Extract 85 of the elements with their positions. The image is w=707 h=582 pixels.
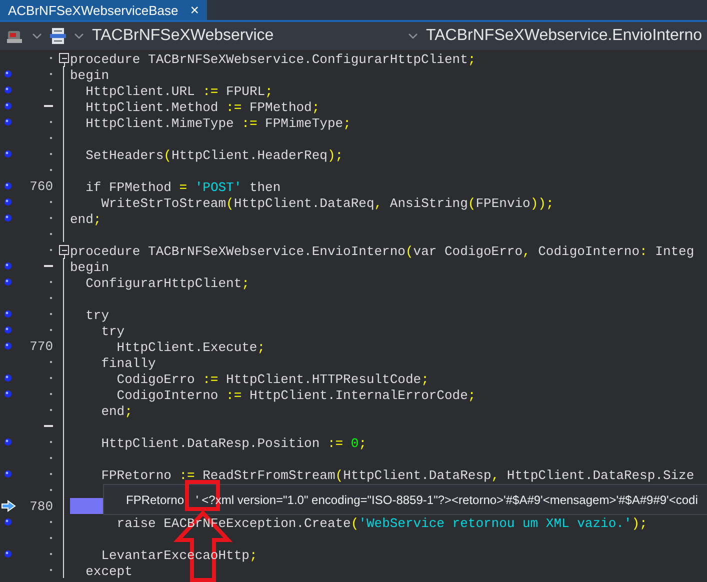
line-tick — [50, 297, 52, 299]
code-line: except — [84, 564, 132, 579]
line-tick — [50, 121, 52, 123]
code-line: ConfigurarHttpClient; — [84, 276, 250, 291]
breakpoint-icon[interactable] — [4, 310, 12, 318]
breakpoint-icon[interactable] — [4, 326, 12, 334]
chevron-down-icon[interactable] — [408, 33, 418, 39]
line-dash — [44, 105, 53, 107]
code-line: HttpClient.DataResp.Position := 0; — [100, 436, 366, 451]
line-tick — [50, 89, 52, 91]
variable-name: FPRetorno — [126, 492, 184, 506]
breakpoint-icon[interactable] — [4, 374, 12, 382]
code-line: procedure TACBrNFSeXWebservice.ConfigurarHttpClient; — [70, 52, 476, 67]
line-tick — [50, 537, 52, 539]
line-tick — [50, 281, 52, 283]
line-tick — [50, 153, 52, 155]
unit-icon[interactable] — [50, 27, 66, 45]
method-selector[interactable]: TACBrNFSeXWebservice.EnvioInterno — [426, 27, 702, 45]
breakpoint-icon[interactable] — [4, 70, 12, 78]
code-line: begin — [70, 68, 110, 83]
line-dash — [44, 265, 53, 267]
line-tick — [50, 521, 52, 523]
breakpoint-icon[interactable] — [4, 342, 12, 350]
code-line: CodigoInterno := HttpClient.InternalErrorCode; — [116, 388, 476, 403]
line-tick — [50, 441, 52, 443]
line-tick — [50, 313, 52, 315]
class-selector[interactable]: TACBrNFSeXWebservice — [92, 27, 274, 45]
code-line: finally — [100, 356, 156, 371]
line-tick — [50, 169, 52, 171]
line-tick — [50, 473, 52, 475]
line-number: 780 — [30, 498, 53, 514]
chevron-down-icon[interactable] — [74, 33, 84, 39]
breakpoint-icon[interactable] — [4, 550, 12, 558]
code-line: end; — [100, 404, 132, 419]
breakpoint-icon[interactable] — [4, 470, 12, 478]
code-line: try — [100, 324, 125, 339]
execution-line-highlight — [70, 498, 103, 514]
breakpoint-icon[interactable] — [4, 438, 12, 446]
code-line: CodigoErro := HttpClient.HTTPResultCode; — [116, 372, 429, 387]
code-line: if FPMethod = 'POST' then — [84, 180, 281, 195]
breakpoint-icon[interactable] — [4, 198, 12, 206]
code-line: FPRetorno := ReadStrFromStream(HttpClient.DataResp, HttpClient.DataResp.Size — [100, 468, 694, 483]
code-line: HttpClient.MimeType := FPMimeType; — [84, 116, 351, 131]
close-icon[interactable]: × — [190, 2, 200, 18]
line-tick — [50, 569, 52, 571]
line-tick — [50, 393, 52, 395]
breakpoint-icon[interactable] — [4, 150, 12, 158]
editor-tab[interactable]: ACBrNFSeXWebserviceBase × — [0, 0, 208, 20]
code-line: HttpClient.URL := FPURL; — [84, 84, 273, 99]
line-tick — [50, 489, 52, 491]
line-tick — [50, 409, 52, 411]
line-tick — [50, 217, 52, 219]
line-tick — [50, 377, 52, 379]
line-tick — [50, 329, 52, 331]
breakpoint-icon[interactable] — [4, 182, 12, 190]
line-number: 760 — [30, 178, 53, 194]
code-line: try — [84, 308, 110, 323]
line-tick — [50, 361, 52, 363]
chevron-down-icon[interactable] — [32, 33, 42, 39]
code-line: WriteStrToStream(HttpClient.DataReq, AnsiString(FPEnvio)); — [100, 196, 554, 211]
breakpoint-icon[interactable] — [4, 86, 12, 94]
component-icon[interactable] — [6, 28, 24, 44]
code-line: end; — [70, 212, 102, 227]
breakpoint-icon[interactable] — [4, 518, 12, 526]
line-number: 770 — [30, 338, 53, 354]
breakpoint-icon[interactable] — [4, 390, 12, 398]
line-tick — [50, 57, 52, 59]
code-line: procedure TACBrNFSeXWebservice.EnvioInterno(var CodigoErro, CodigoInterno: Integ — [70, 244, 694, 259]
line-tick — [50, 553, 52, 555]
line-dash — [44, 425, 53, 427]
breakpoint-icon[interactable] — [4, 262, 12, 270]
code-line: HttpClient.Execute; — [116, 340, 266, 355]
code-line: begin — [70, 260, 110, 275]
breakpoint-icon[interactable] — [4, 214, 12, 222]
line-tick — [50, 73, 52, 75]
line-tick — [50, 457, 52, 459]
line-tick — [50, 233, 52, 235]
code-line: HttpClient.Method := FPMethod; — [84, 100, 320, 115]
breakpoint-icon[interactable] — [4, 102, 12, 110]
line-tick — [50, 249, 52, 251]
line-tick — [50, 137, 52, 139]
line-tick — [50, 201, 52, 203]
code-line: SetHeaders(HttpClient.HeaderReq); — [84, 148, 344, 163]
breakpoint-icon[interactable] — [4, 278, 12, 286]
breakpoint-icon[interactable] — [4, 118, 12, 126]
